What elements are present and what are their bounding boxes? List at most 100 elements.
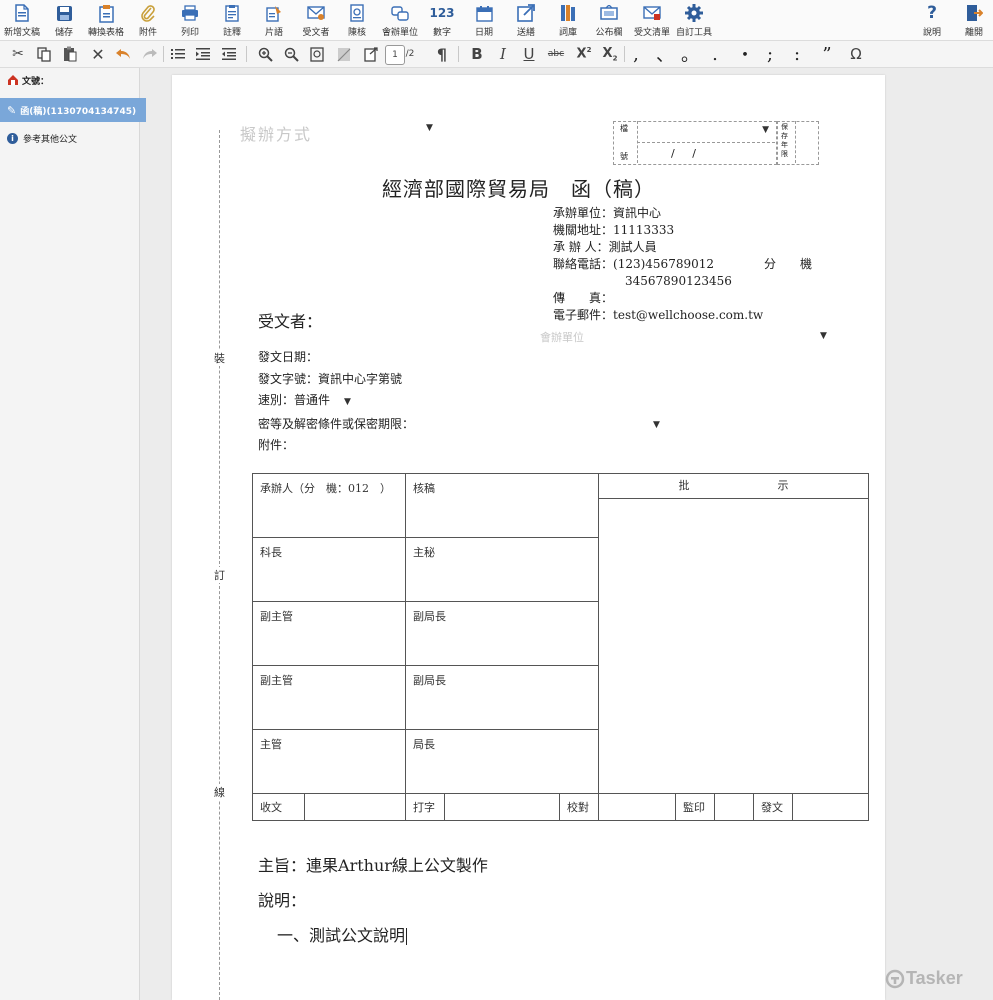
zoom-in-button[interactable] [255,44,275,64]
recipient-button[interactable]: 受文者 [300,2,332,38]
sidebar-item-draft-letter[interactable]: ✎ 函(稿)(1130704134745) [0,98,146,122]
co-unit-select[interactable]: 會辦單位 ▼ [540,329,830,345]
process-value-cell[interactable] [792,793,869,821]
punct-enum-comma-button[interactable]: 、 [656,44,674,66]
subject-line[interactable]: 主旨：連果Arthur線上公文製作 [258,852,488,876]
field-attachment[interactable]: 附件： [258,435,678,457]
punct-quote-button[interactable]: ” [820,43,834,65]
outdent-button[interactable] [219,44,239,64]
annotation-button[interactable]: 註釋 [220,2,244,38]
info-label: 電子郵件： [553,308,614,322]
italic-button[interactable]: I [494,44,512,64]
superscript-button[interactable]: X2 [575,44,593,64]
help-button[interactable]: ? 說明 [921,2,943,38]
punct-period-button[interactable]: 。 [681,44,699,66]
attachment-button[interactable]: 附件 [136,2,160,38]
indent-button[interactable] [193,44,213,64]
recipient-list-button[interactable]: 受文清單 [632,2,672,38]
approval-cell[interactable]: 核稿 [405,473,599,538]
bold-button[interactable]: B [468,44,486,64]
process-value-cell[interactable] [598,793,676,821]
print-button[interactable]: 列印 [178,2,202,38]
underline-button[interactable]: U [520,44,538,64]
page-number-input[interactable]: 1 [385,45,405,65]
recipient-icon [307,2,325,24]
glossary-button[interactable]: 詞庫 [556,2,580,38]
delete-button[interactable]: ✕ [88,44,108,64]
field-label: 密等及解密條件或保密期限： [258,416,415,431]
attachment-icon [140,2,156,24]
sidebar-header: 文號： [0,72,146,88]
copy-icon [37,46,51,62]
field-speed-select[interactable]: 速別：普通件 ▼ [258,390,678,414]
punct-enum-comma: 、 [656,45,674,66]
retention-label: 保存年限 [781,123,788,158]
approval-cell[interactable]: 主秘 [405,537,599,602]
paste-button[interactable] [60,44,80,64]
punct-comma-button[interactable]: , [629,44,643,65]
pilcrow-button[interactable]: ¶ [433,44,451,64]
special-char-button[interactable]: Ω [846,44,866,64]
punct-colon-button[interactable]: : [790,44,804,65]
co-units-button[interactable]: 會辦單位 [380,2,420,38]
phrase-label: 片語 [264,28,283,38]
approval-cell[interactable]: 主管 [252,729,406,794]
punct-quote: ” [822,43,832,65]
date-button[interactable]: 日期 [472,2,496,38]
shade-button[interactable] [334,44,354,64]
punct-dot-button[interactable]: . [708,44,722,65]
approval-cell[interactable]: 副主管 [252,601,406,666]
explanation-item[interactable]: 一、測試公文說明 [277,922,408,946]
undo-button[interactable] [113,44,133,64]
save-button[interactable]: 儲存 [50,2,78,38]
exit-button[interactable]: 離開 [962,2,986,38]
process-value-cell[interactable] [714,793,754,821]
strikethrough-button[interactable]: abc [545,44,567,64]
send-button[interactable]: 送繕 [514,2,538,38]
submit-review-button[interactable]: 陳核 [345,2,369,38]
custom-tools-button[interactable]: 自訂工具 [675,2,713,38]
subscript-button[interactable]: X2 [601,44,619,64]
cut-button[interactable]: ✂ [8,44,28,64]
field-issue-number[interactable]: 發文字號：資訊中心字第號 [258,369,678,391]
recipient-label: 受文者： [258,312,323,331]
punct-middle-dot-button[interactable]: ・ [736,44,754,66]
help-label: 說明 [922,28,941,38]
separator [246,46,247,62]
list-button[interactable] [168,44,188,64]
convert-table-button[interactable]: 轉換表格 [86,2,126,38]
print-label: 列印 [180,28,199,38]
approval-cell[interactable]: 副局長 [405,665,599,730]
process-value-cell[interactable] [444,793,560,821]
subject-label: 主旨： [258,856,307,875]
zoom-out-button[interactable] [281,44,301,64]
superscript-icon: X2 [577,46,592,61]
new-document-button[interactable]: 新增文稿 [2,2,42,38]
approval-cell[interactable]: 副局長 [405,601,599,666]
approval-cell[interactable]: 局長 [405,729,599,794]
recipient-label: 受文者 [302,28,330,38]
approval-cell[interactable]: 承辦人（分 機：012 ） [252,473,406,538]
field-classification-select[interactable]: 密等及解密條件或保密期限： ▼ [258,414,678,436]
numbers-label: 數字 [432,28,451,38]
sidebar-item-reference-docs[interactable]: i 參考其他公文 [0,130,146,146]
numbers-icon-text: 123 [429,6,455,20]
fit-page-button[interactable] [307,44,327,64]
punct-semicolon-button[interactable]: ; [763,44,777,65]
numbers-button[interactable]: 123 數字 [429,2,455,38]
page-setup-button[interactable] [361,44,381,64]
approval-cell[interactable]: 副主管 [252,665,406,730]
help-icon: ? [927,3,937,23]
archive-number-select[interactable]: ▼ [639,123,771,139]
field-issue-date[interactable]: 發文日期： [258,347,678,369]
italic-icon: I [500,45,506,63]
bulletin-button[interactable]: 公布欄 [594,2,624,38]
copy-button[interactable] [34,44,54,64]
draft-method-select[interactable]: 擬辦方式 ▼ [240,121,440,144]
instruction-cell[interactable]: 批 示 [598,473,869,794]
redo-button[interactable] [140,44,160,64]
phrase-button[interactable]: 片語 [262,2,286,38]
approval-cell[interactable]: 科長 [252,537,406,602]
archive-slashes: / / [671,147,696,160]
process-value-cell[interactable] [303,793,407,821]
